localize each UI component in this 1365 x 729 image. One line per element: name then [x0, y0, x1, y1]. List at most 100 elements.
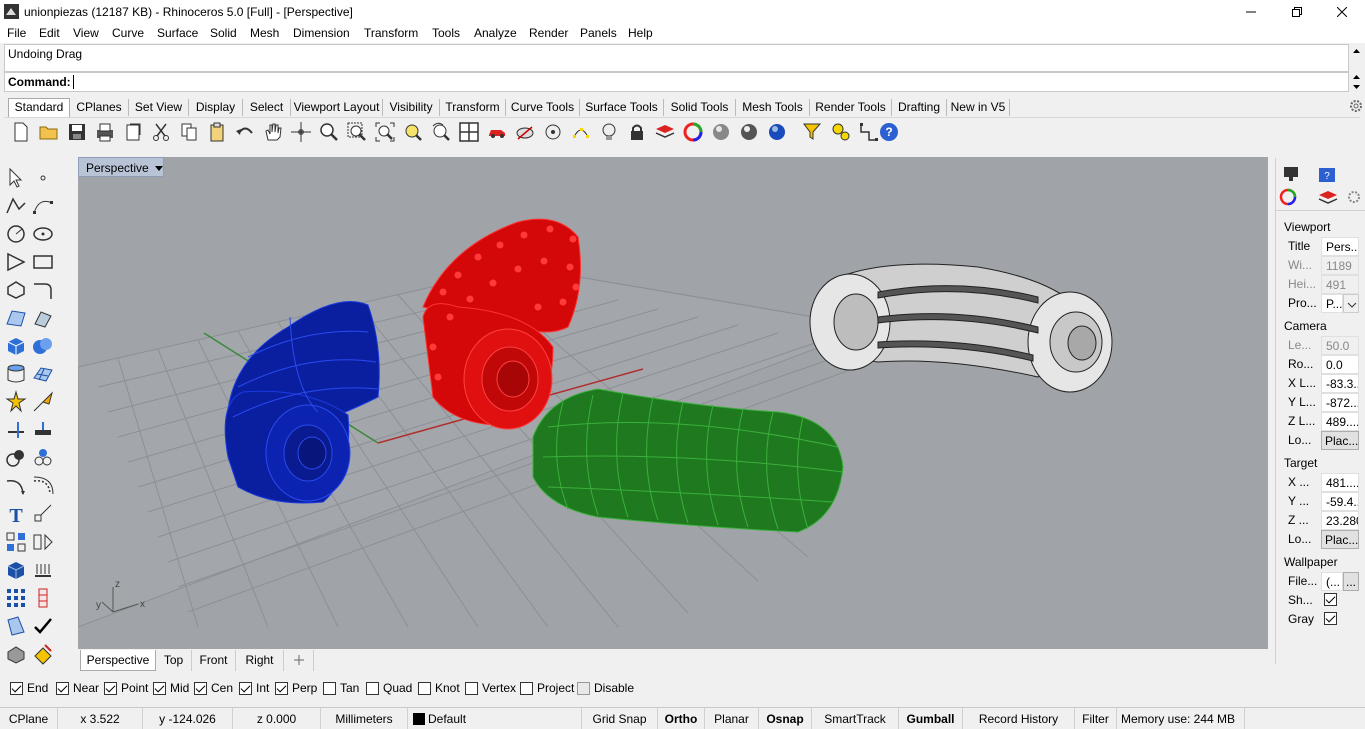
- split-icon[interactable]: [31, 418, 55, 442]
- prop-camera-y[interactable]: Y L...-872....: [1280, 393, 1362, 412]
- menu-help[interactable]: Help: [628, 26, 653, 40]
- menu-mesh[interactable]: Mesh: [250, 26, 279, 40]
- four-viewports-icon[interactable]: [458, 121, 480, 143]
- menu-curve[interactable]: Curve: [112, 26, 144, 40]
- menu-panels[interactable]: Panels: [580, 26, 617, 40]
- hide-objects-icon[interactable]: [514, 121, 536, 143]
- zoom-window-icon[interactable]: [346, 121, 368, 143]
- check-icon[interactable]: [31, 614, 55, 638]
- osnap-quad[interactable]: Quad: [366, 681, 412, 695]
- undo-icon[interactable]: [234, 121, 256, 143]
- osnap-mid-checkbox[interactable]: [153, 681, 166, 695]
- place-target-button[interactable]: Plac...: [1321, 530, 1359, 549]
- osnap-perp-checkbox[interactable]: [275, 681, 288, 695]
- gray-checkbox[interactable]: [1324, 612, 1337, 625]
- command-line-scrollbar[interactable]: [1350, 72, 1363, 92]
- tab-standard[interactable]: Standard: [8, 98, 70, 117]
- gear-icon[interactable]: [1349, 99, 1363, 113]
- rendered-sphere-icon[interactable]: [738, 121, 760, 143]
- star-explode-icon[interactable]: [4, 390, 28, 414]
- place-camera-button[interactable]: Plac...: [1321, 431, 1359, 450]
- color-wheel-icon[interactable]: [682, 121, 704, 143]
- tab-solid-tools[interactable]: Solid Tools: [664, 99, 736, 116]
- new-file-icon[interactable]: [10, 121, 32, 143]
- car-icon[interactable]: [486, 121, 508, 143]
- restore-button[interactable]: [1274, 0, 1320, 24]
- dimension-icon[interactable]: [31, 502, 55, 526]
- close-button[interactable]: [1319, 0, 1365, 24]
- osnap-int[interactable]: Int: [239, 681, 269, 695]
- surface-from-points-icon[interactable]: [4, 306, 28, 330]
- status-ortho[interactable]: Ortho: [658, 708, 705, 729]
- circle-icon[interactable]: [4, 222, 28, 246]
- light-bulb-icon[interactable]: [598, 121, 620, 143]
- osnap-knot[interactable]: Knot: [418, 681, 460, 695]
- tab-render-tools[interactable]: Render Tools: [810, 99, 892, 116]
- analysis-arrow-icon[interactable]: [31, 390, 55, 414]
- cut-icon[interactable]: [150, 121, 172, 143]
- paint-bucket-icon[interactable]: [31, 642, 55, 666]
- select-arrow-icon[interactable]: [4, 166, 28, 190]
- tab-cplanes[interactable]: CPlanes: [70, 99, 129, 116]
- osnap-project-checkbox[interactable]: [520, 681, 533, 695]
- osnap-point-checkbox[interactable]: [104, 681, 117, 695]
- osnap-tan-checkbox[interactable]: [323, 681, 336, 695]
- tab-curve-tools[interactable]: Curve Tools: [506, 99, 580, 116]
- osnap-cen-checkbox[interactable]: [194, 681, 207, 695]
- pan-hand-icon[interactable]: [262, 121, 284, 143]
- tab-front[interactable]: Front: [192, 650, 236, 671]
- tab-perspective[interactable]: Perspective: [80, 650, 156, 671]
- prop-target-z[interactable]: Z ...23.280: [1280, 511, 1362, 530]
- lock-icon[interactable]: [626, 121, 648, 143]
- add-viewport-tab[interactable]: [284, 650, 314, 671]
- zoom-dynamic-icon[interactable]: [318, 121, 340, 143]
- help-icon[interactable]: ?: [878, 121, 900, 143]
- grid-array-icon[interactable]: [4, 586, 28, 610]
- osnap-int-checkbox[interactable]: [239, 681, 252, 695]
- status-units[interactable]: Millimeters: [321, 708, 408, 729]
- osnap-disable-checkbox[interactable]: [577, 681, 590, 695]
- prop-camera-z[interactable]: Z L... 489....: [1280, 412, 1362, 431]
- undo-view-change-icon[interactable]: [430, 121, 452, 143]
- tab-set-view[interactable]: Set View: [129, 99, 189, 116]
- ellipse-icon[interactable]: [31, 222, 55, 246]
- menu-file[interactable]: File: [7, 26, 26, 40]
- layer-icon[interactable]: [654, 121, 676, 143]
- points-on-icon[interactable]: [570, 121, 592, 143]
- status-smarttrack[interactable]: SmartTrack: [812, 708, 899, 729]
- open-folder-icon[interactable]: [38, 121, 60, 143]
- osnap-end-checkbox[interactable]: [10, 681, 23, 695]
- tab-mesh-tools[interactable]: Mesh Tools: [736, 99, 810, 116]
- menu-transform[interactable]: Transform: [364, 26, 418, 40]
- prop-rotation[interactable]: Ro... 0.0: [1280, 355, 1362, 374]
- blue-box-icon[interactable]: [4, 558, 28, 582]
- array-icon[interactable]: [4, 530, 28, 554]
- select-filter-icon[interactable]: [802, 121, 824, 143]
- prop-camera-location[interactable]: Lo... Plac...: [1280, 431, 1362, 450]
- history-icon[interactable]: [31, 586, 55, 610]
- command-line[interactable]: Command:: [4, 72, 1349, 92]
- perspective-viewport[interactable]: z y x Perspective: [78, 157, 1268, 649]
- browse-button[interactable]: ...: [1343, 572, 1359, 591]
- project-curves-icon[interactable]: [31, 558, 55, 582]
- menu-analyze[interactable]: Analyze: [474, 26, 517, 40]
- tab-transform[interactable]: Transform: [440, 99, 506, 116]
- osnap-perp[interactable]: Perp: [275, 681, 317, 695]
- prop-target-x[interactable]: X ... 481....: [1280, 473, 1362, 492]
- point-icon[interactable]: [31, 166, 55, 190]
- rhino-app-icon[interactable]: [4, 4, 19, 19]
- viewport-title[interactable]: Perspective: [78, 157, 164, 177]
- menu-surface[interactable]: Surface: [157, 26, 198, 40]
- rectangle-icon[interactable]: [31, 250, 55, 274]
- monitor-icon[interactable]: [1280, 164, 1304, 184]
- analyze-surface-icon[interactable]: [4, 614, 28, 638]
- zoom-selected-icon[interactable]: [402, 121, 424, 143]
- mirror-icon[interactable]: [31, 530, 55, 554]
- menu-view[interactable]: View: [73, 26, 99, 40]
- zoom-extents-icon[interactable]: [374, 121, 396, 143]
- tab-viewport-layout[interactable]: Viewport Layout: [291, 99, 383, 116]
- color-wheel-icon[interactable]: [1276, 187, 1300, 207]
- osnap-end[interactable]: End: [10, 681, 48, 695]
- paste-icon[interactable]: [206, 121, 228, 143]
- save-icon[interactable]: [66, 121, 88, 143]
